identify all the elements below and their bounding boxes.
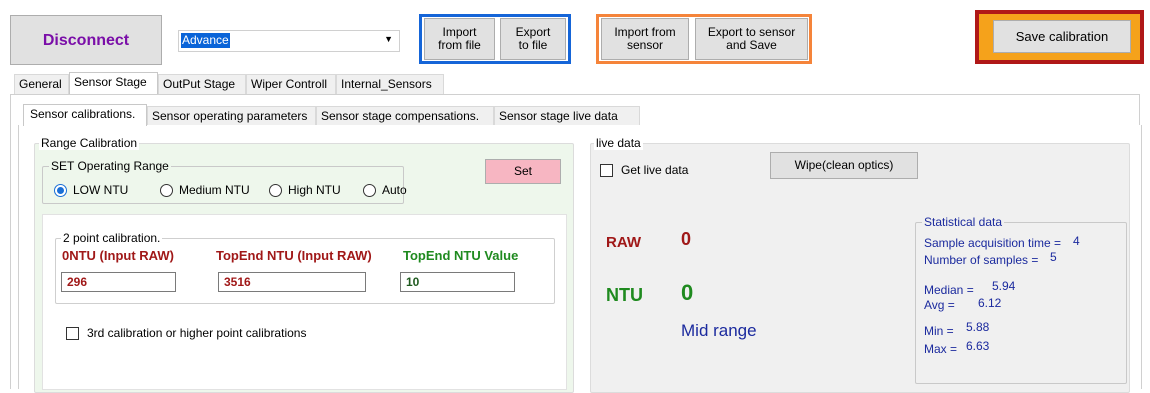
radio-auto-circle[interactable]	[363, 183, 376, 197]
raw-value: 0	[681, 229, 692, 249]
num-samples-label: Number of samples =	[924, 253, 1039, 267]
avg-value: 6.12	[978, 296, 1002, 310]
mode-select[interactable]: Advance ▼	[178, 30, 400, 52]
median-label: Median =	[924, 283, 974, 297]
range-indicator-text: Mid range	[681, 321, 757, 340]
radio-low-ntu-label: LOW NTU	[73, 183, 129, 197]
max-value: 6.63	[966, 339, 990, 353]
sample-time-label: Sample acquisition time =	[924, 236, 1062, 250]
tab-general[interactable]: General	[14, 74, 69, 94]
radio-low-ntu[interactable]: LOW NTU	[54, 183, 128, 197]
topend-raw-label: TopEnd NTU (Input RAW)	[216, 248, 372, 263]
topend-value-label: TopEnd NTU Value	[403, 248, 519, 263]
third-calibration-checkbox[interactable]: 3rd calibration or higher point calibrat…	[66, 326, 306, 340]
two-point-calibration-title: 2 point calibration.	[61, 231, 163, 245]
range-calibration-title: Range Calibration	[39, 136, 140, 150]
raw-label: RAW	[606, 234, 641, 251]
radio-medium-ntu-label: Medium NTU	[179, 183, 250, 197]
tab-output-stage[interactable]: OutPut Stage	[158, 74, 246, 94]
ntu-label: NTU	[606, 285, 643, 305]
wipe-clean-optics-button[interactable]: Wipe(clean optics)	[770, 152, 918, 179]
mode-select-value: Advance	[181, 33, 230, 48]
tab-sensor-stage-compensations[interactable]: Sensor stage compensations.	[316, 106, 494, 126]
set-operating-range-title: SET Operating Range	[49, 159, 171, 173]
max-label: Max =	[924, 342, 958, 356]
radio-medium-ntu-circle[interactable]	[160, 183, 173, 197]
export-to-file-button[interactable]: Export to file	[500, 18, 566, 60]
save-calibration-button[interactable]: Save calibration	[993, 20, 1131, 53]
radio-auto-label: Auto	[382, 183, 407, 197]
avg-label: Avg =	[924, 298, 955, 312]
tab-sensor-stage[interactable]: Sensor Stage	[69, 72, 158, 94]
min-label: Min =	[924, 324, 954, 338]
disconnect-button[interactable]: Disconnect	[10, 15, 162, 65]
median-value: 5.94	[992, 279, 1016, 293]
radio-auto[interactable]: Auto	[363, 183, 407, 197]
third-calibration-checkbox-box[interactable]	[66, 326, 79, 340]
radio-medium-ntu[interactable]: Medium NTU	[160, 183, 250, 197]
set-range-button[interactable]: Set	[485, 159, 561, 184]
export-to-sensor-button[interactable]: Export to sensor and Save	[695, 18, 808, 60]
tab-sensor-calibrations[interactable]: Sensor calibrations.	[23, 104, 147, 126]
tab-wiper-controll[interactable]: Wiper Controll	[246, 74, 336, 94]
tab-sensor-operating-parameters[interactable]: Sensor operating parameters	[147, 106, 316, 126]
zero-ntu-label: 0NTU (Input RAW)	[62, 248, 174, 263]
sample-time-value: 4	[1073, 234, 1080, 248]
num-samples-value: 5	[1050, 250, 1057, 264]
ntu-value: 0	[681, 280, 694, 305]
min-value: 5.88	[966, 320, 990, 334]
get-live-data-checkbox-box[interactable]	[600, 163, 613, 177]
live-data-title: live data	[594, 136, 643, 150]
import-from-sensor-button[interactable]: Import from sensor	[601, 18, 689, 60]
statistical-data-title: Statistical data	[922, 215, 1005, 229]
get-live-data-checkbox[interactable]: Get live data	[600, 163, 688, 177]
third-calibration-label: 3rd calibration or higher point calibrat…	[87, 326, 307, 340]
radio-low-ntu-circle[interactable]	[54, 183, 67, 197]
tab-internal-sensors[interactable]: Internal_Sensors	[336, 74, 444, 94]
zero-ntu-input[interactable]: 296	[61, 272, 176, 292]
topend-raw-input[interactable]: 3516	[218, 272, 366, 292]
get-live-data-label: Get live data	[621, 163, 689, 177]
import-from-file-button[interactable]: Import from file	[424, 18, 495, 60]
radio-high-ntu[interactable]: High NTU	[269, 183, 341, 197]
tab-sensor-stage-live-data[interactable]: Sensor stage live data	[494, 106, 640, 126]
topend-value-input[interactable]: 10	[400, 272, 515, 292]
radio-high-ntu-label: High NTU	[288, 183, 341, 197]
radio-high-ntu-circle[interactable]	[269, 183, 282, 197]
chevron-down-icon[interactable]: ▼	[384, 34, 393, 44]
